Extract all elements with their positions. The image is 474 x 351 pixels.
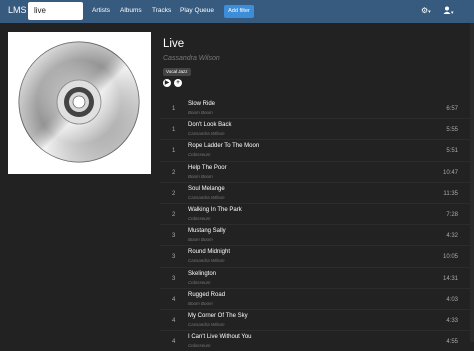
track-number: 4 <box>172 317 176 324</box>
track-list: 1 Slow Ride Boom Boom 6:57 1 Don't Look Back C… <box>160 98 474 351</box>
track-duration: 10:05 <box>442 254 458 261</box>
track-row[interactable]: 2 Help The Poor Boom Boom 10:47 <box>160 160 474 182</box>
track-row[interactable]: 1 Rope Ladder To The Moon Colosseum 5:51 <box>160 139 474 160</box>
track-artist[interactable]: Boom Boom <box>188 301 213 306</box>
track-artist[interactable]: Boom Boom <box>188 174 213 179</box>
track-row[interactable]: 3 Mustang Sally Boom Boom 4:32 <box>160 224 474 245</box>
track-artist[interactable]: Boom Boom <box>188 110 213 115</box>
track-number: 3 <box>172 233 176 240</box>
track-title[interactable]: My Corner Of The Sky <box>188 313 248 319</box>
track-row[interactable]: 1 Slow Ride Boom Boom 6:57 <box>160 98 474 118</box>
track-duration: 4:32 <box>446 233 458 240</box>
chevron-down-icon: ▾ <box>451 10 454 16</box>
play-icon[interactable]: ▶ <box>163 79 171 87</box>
track-title[interactable]: Round Midnight <box>188 249 230 255</box>
track-row[interactable]: 3 Round Midnight Cassandra Wilson 10:05 <box>160 245 474 266</box>
track-number: 1 <box>172 127 176 134</box>
track-number: 3 <box>172 275 176 282</box>
nav-play-queue[interactable]: Play Queue <box>180 7 214 14</box>
release-title: Live <box>163 38 185 50</box>
track-title[interactable]: Walking In The Park <box>188 207 242 213</box>
gear-icon[interactable]: ⚙▾ <box>421 6 431 15</box>
genre-tag[interactable]: Vocal Jazz <box>163 68 191 76</box>
track-duration: 6:57 <box>446 106 458 112</box>
track-title[interactable]: Don't Look Back <box>188 122 232 128</box>
track-title[interactable]: Skelington <box>188 271 216 277</box>
track-duration: 7:28 <box>446 211 458 218</box>
track-row[interactable]: 2 Walking In The Park Colosseum 7:28 <box>160 202 474 224</box>
track-artist[interactable]: Colosseum <box>188 343 211 348</box>
track-number: 4 <box>172 296 176 303</box>
track-duration: 4:55 <box>446 339 458 346</box>
track-number: 1 <box>172 106 176 112</box>
track-number: 1 <box>172 148 176 155</box>
navbar: LMS live Artists Albums Tracks Play Queu… <box>0 0 474 23</box>
scrollbar[interactable] <box>470 23 474 342</box>
track-duration: 14:31 <box>442 275 458 282</box>
track-title[interactable]: Help The Poor <box>188 165 227 171</box>
track-artist[interactable]: Cassandra Wilson <box>188 258 224 263</box>
track-artist[interactable]: Colosseum <box>188 152 211 157</box>
track-duration: 5:55 <box>446 127 458 134</box>
track-duration: 4:33 <box>446 317 458 324</box>
nav-tracks[interactable]: Tracks <box>152 7 171 14</box>
track-number: 2 <box>172 169 176 176</box>
chevron-down-icon: ▾ <box>428 9 431 15</box>
track-artist[interactable]: Colosseum <box>188 280 211 285</box>
release-artist[interactable]: Cassandra Wilson <box>163 55 220 62</box>
cd-disc-icon <box>18 41 140 163</box>
nav-artists[interactable]: Artists <box>92 7 110 14</box>
track-artist[interactable]: Cassandra Wilson <box>188 195 224 200</box>
track-row[interactable]: 4 My Corner Of The Sky Cassandra Wilson 4:3… <box>160 308 474 330</box>
brand-logo[interactable]: LMS <box>8 5 27 15</box>
track-row[interactable]: 4 I Can't Live Without You Colosseum 4:55 <box>160 330 474 351</box>
track-title[interactable]: Soul Melange <box>188 186 225 192</box>
album-cover <box>8 32 151 174</box>
track-row[interactable]: 3 Skelington Colosseum 14:31 <box>160 266 474 288</box>
track-duration: 5:51 <box>446 148 458 155</box>
track-row[interactable]: 1 Don't Look Back Cassandra Wilson 5:55 <box>160 118 474 139</box>
track-row[interactable]: 2 Soul Melange Cassandra Wilson 11:35 <box>160 181 474 203</box>
track-duration: 10:47 <box>442 169 458 176</box>
track-artist[interactable]: Colosseum <box>188 216 211 221</box>
track-duration: 4:03 <box>446 296 458 303</box>
track-title[interactable]: Rugged Road <box>188 292 225 298</box>
track-number: 2 <box>172 211 176 218</box>
nav-albums[interactable]: Albums <box>120 7 142 14</box>
search-input[interactable]: live <box>28 2 83 20</box>
track-title[interactable]: I Can't Live Without You <box>188 334 252 340</box>
track-number: 2 <box>172 190 176 197</box>
track-number: 3 <box>172 254 176 261</box>
user-icon[interactable]: ▾ <box>443 6 454 16</box>
track-row[interactable]: 4 Rugged Road Boom Boom 4:03 <box>160 287 474 309</box>
add-icon[interactable]: + <box>174 79 182 87</box>
track-number: 4 <box>172 339 176 346</box>
track-title[interactable]: Rope Ladder To The Moon <box>188 143 259 149</box>
track-artist[interactable]: Boom Boom <box>188 237 213 242</box>
add-filter-button[interactable]: Add filter <box>224 5 254 18</box>
track-artist[interactable]: Cassandra Wilson <box>188 322 224 327</box>
track-artist[interactable]: Cassandra Wilson <box>188 131 224 136</box>
track-title[interactable]: Slow Ride <box>188 101 215 107</box>
user-glyph <box>443 6 451 14</box>
track-duration: 11:35 <box>443 190 458 197</box>
track-title[interactable]: Mustang Sally <box>188 228 226 234</box>
